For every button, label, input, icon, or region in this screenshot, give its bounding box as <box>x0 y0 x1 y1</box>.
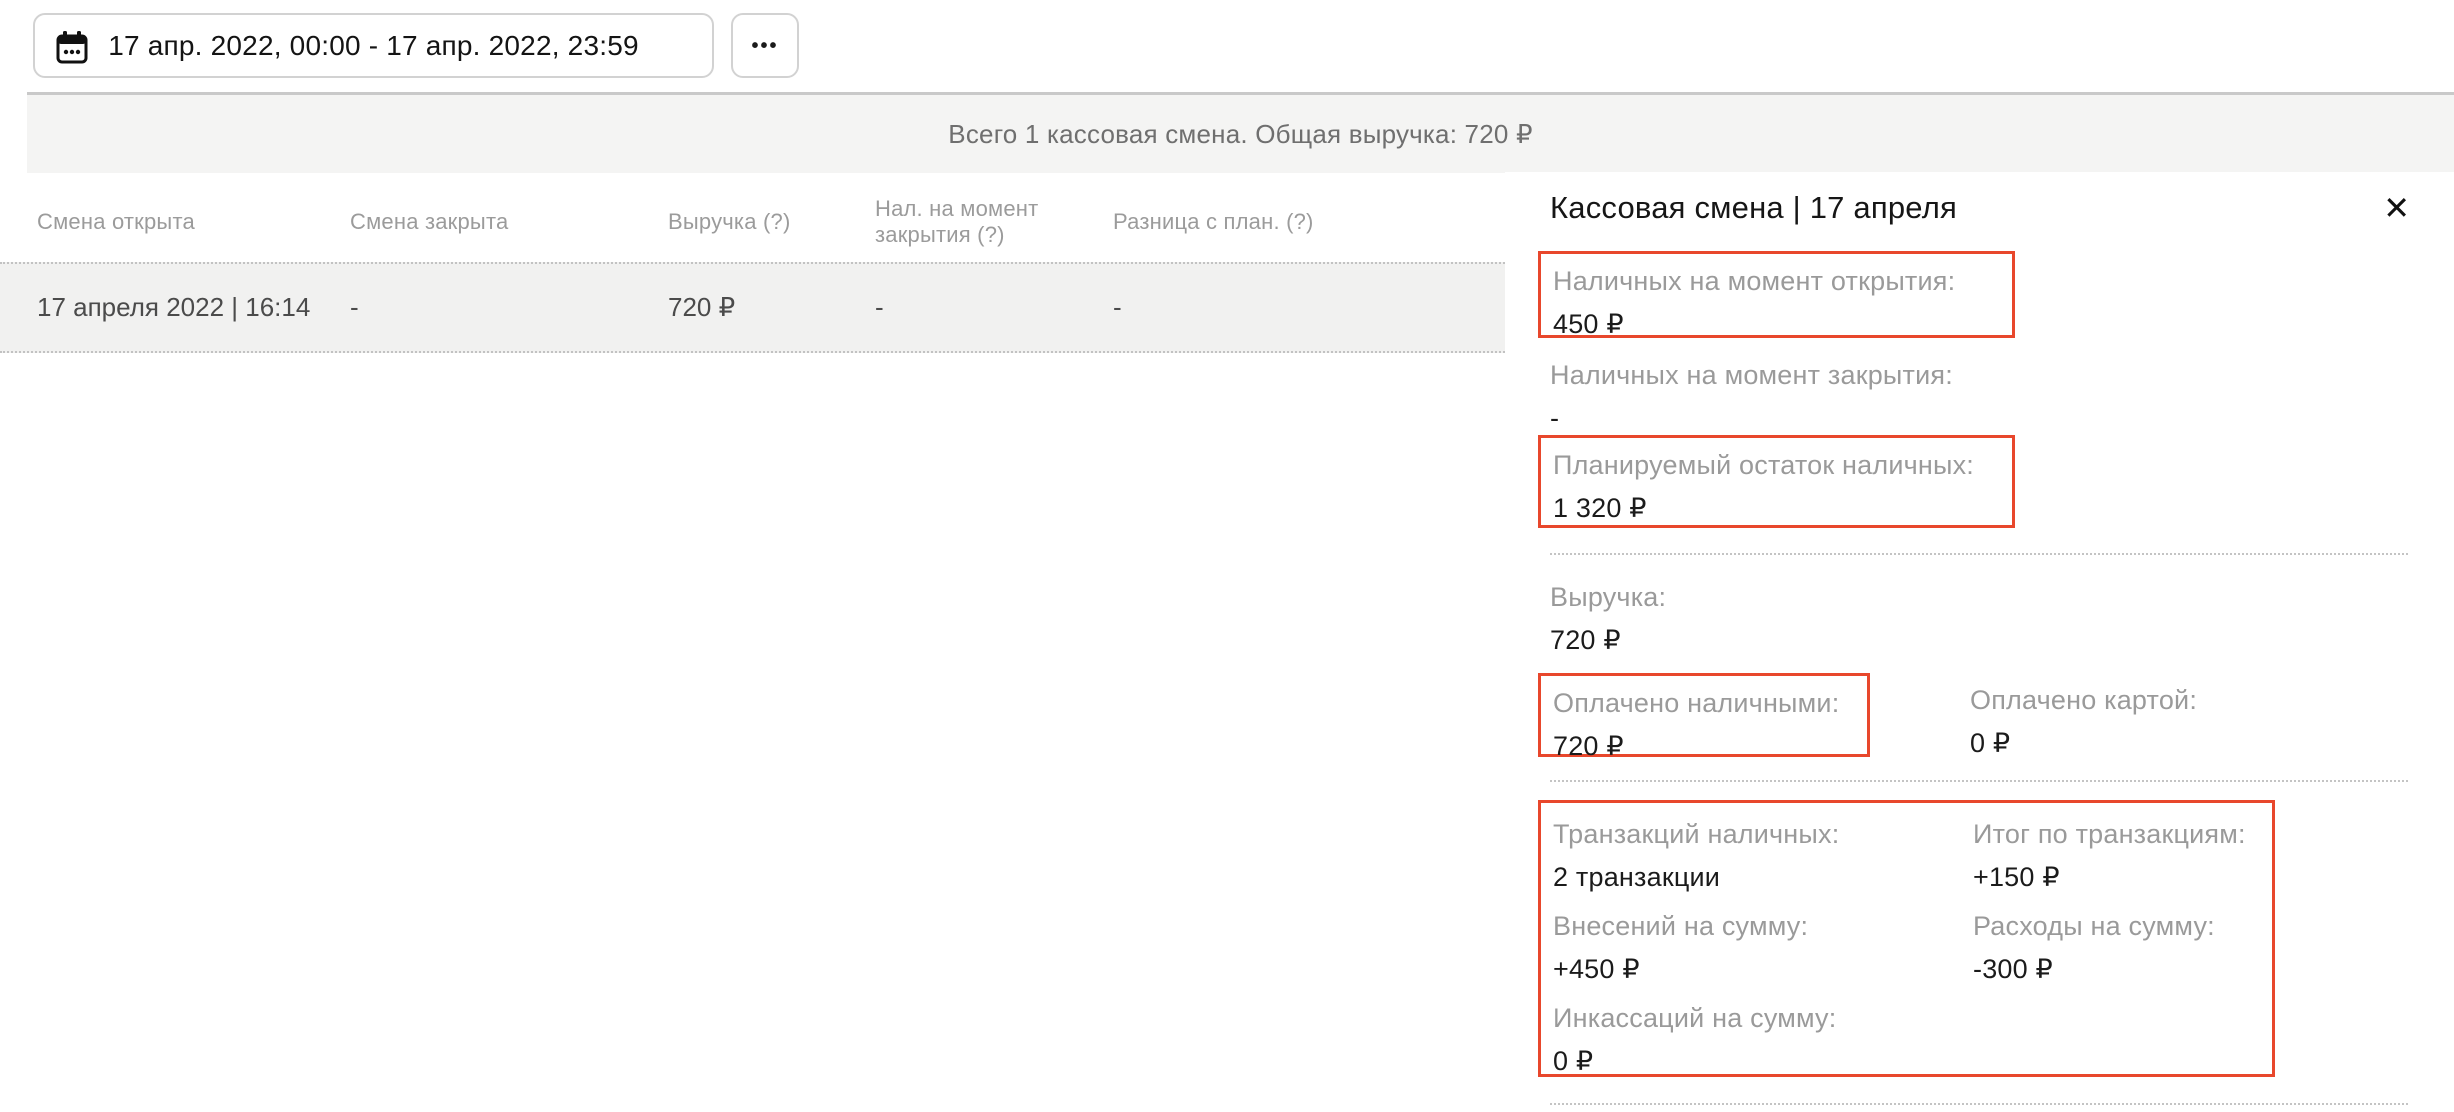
cell-cash-at-close: - <box>875 292 1113 323</box>
closing-cash-value: - <box>1550 401 1953 435</box>
date-range-picker[interactable]: 17 апр. 2022, 00:00 - 17 апр. 2022, 23:5… <box>33 13 714 78</box>
paid-card-value: 0 ₽ <box>1970 726 2197 760</box>
dotted-divider <box>1550 1103 2408 1105</box>
deposits-total-label: Внесений на сумму: <box>1553 909 1973 943</box>
col-header-revenue: Выручка (?) <box>668 209 875 235</box>
paid-card-label: Оплачено картой: <box>1970 683 2197 717</box>
cell-shift-opened: 17 апреля 2022 | 16:14 <box>37 292 350 323</box>
revenue-item: Выручка: 720 ₽ <box>1550 580 1666 657</box>
col-header-shift-opened: Смена открыта <box>37 209 350 235</box>
more-options-button[interactable]: ••• <box>731 13 799 78</box>
cell-plan-diff: - <box>1113 292 1505 323</box>
transactions-grid: Транзакций наличных: 2 транзакции Итог п… <box>1553 817 2272 1078</box>
transactions-total-value: +150 ₽ <box>1973 860 2272 894</box>
col-header-plan-diff: Разница с план. (?) <box>1113 209 1505 235</box>
calendar-icon <box>55 30 89 71</box>
revenue-value: 720 ₽ <box>1550 623 1666 657</box>
close-icon[interactable]: ✕ <box>2379 190 2414 226</box>
paid-cash-label: Оплачено наличными: <box>1553 686 1855 720</box>
shift-detail-panel: Кассовая смена | 17 апреля ✕ Наличных на… <box>1505 172 2454 1112</box>
cash-transactions-value: 2 транзакции <box>1553 860 1973 894</box>
dotted-divider <box>1550 553 2408 555</box>
collections-total-item: Инкассаций на сумму: 0 ₽ <box>1553 1001 1973 1078</box>
table-header-row: Смена открыта Смена закрыта Выручка (?) … <box>0 173 1505 262</box>
highlight-box-opening-cash: Наличных на момент открытия: 450 ₽ <box>1538 251 2015 338</box>
summary-banner-text: Всего 1 кассовая смена. Общая выручка: 7… <box>948 119 1532 150</box>
highlight-box-planned-cash: Планируемый остаток наличных: 1 320 ₽ <box>1538 435 2015 528</box>
deposits-total-item: Внесений на сумму: +450 ₽ <box>1553 909 1973 986</box>
ellipsis-icon: ••• <box>751 36 778 56</box>
collections-total-label: Инкассаций на сумму: <box>1553 1001 1973 1035</box>
col-header-cash-at-close: Нал. на момент закрытия (?) <box>875 196 1113 248</box>
table-row[interactable]: 17 апреля 2022 | 16:14 - 720 ₽ - - <box>0 262 1505 353</box>
col-header-shift-closed: Смена закрыта <box>350 209 668 235</box>
highlight-box-transactions: Транзакций наличных: 2 транзакции Итог п… <box>1538 800 2275 1077</box>
paid-card-item: Оплачено картой: 0 ₽ <box>1970 683 2197 760</box>
expenses-total-label: Расходы на сумму: <box>1973 909 2272 943</box>
expenses-total-item: Расходы на сумму: -300 ₽ <box>1973 909 2272 986</box>
planned-cash-label: Планируемый остаток наличных: <box>1553 448 2000 482</box>
paid-cash-value: 720 ₽ <box>1553 729 1855 763</box>
collections-total-value: 0 ₽ <box>1553 1044 1973 1078</box>
panel-header: Кассовая смена | 17 апреля ✕ <box>1550 190 2414 226</box>
panel-title: Кассовая смена | 17 апреля <box>1550 190 1957 226</box>
shifts-table: Смена открыта Смена закрыта Выручка (?) … <box>0 173 1505 353</box>
cash-transactions-label: Транзакций наличных: <box>1553 817 1973 851</box>
date-range-value: 17 апр. 2022, 00:00 - 17 апр. 2022, 23:5… <box>108 30 639 62</box>
closing-cash-item: Наличных на момент закрытия: - <box>1550 358 1953 435</box>
transactions-total-item: Итог по транзакциям: +150 ₽ <box>1973 817 2272 894</box>
closing-cash-label: Наличных на момент закрытия: <box>1550 358 1953 392</box>
opening-cash-value: 450 ₽ <box>1553 307 2000 341</box>
cash-transactions-item: Транзакций наличных: 2 транзакции <box>1553 817 1973 894</box>
dotted-divider <box>1550 780 2408 782</box>
summary-banner: Всего 1 кассовая смена. Общая выручка: 7… <box>27 92 2454 173</box>
deposits-total-value: +450 ₽ <box>1553 952 1973 986</box>
revenue-label: Выручка: <box>1550 580 1666 614</box>
highlight-box-paid-cash: Оплачено наличными: 720 ₽ <box>1538 673 1870 757</box>
opening-cash-label: Наличных на момент открытия: <box>1553 264 2000 298</box>
expenses-total-value: -300 ₽ <box>1973 952 2272 986</box>
transactions-total-label: Итог по транзакциям: <box>1973 817 2272 851</box>
cell-revenue: 720 ₽ <box>668 292 875 323</box>
cell-shift-closed: - <box>350 292 668 323</box>
planned-cash-value: 1 320 ₽ <box>1553 491 2000 525</box>
